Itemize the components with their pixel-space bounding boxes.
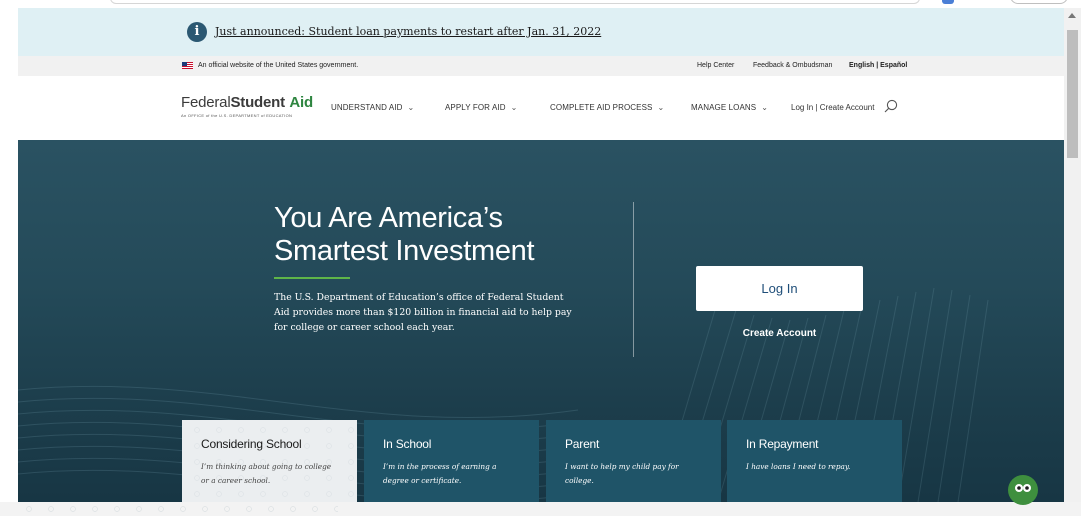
chatbot-owl-icon[interactable] [1008, 475, 1038, 505]
header-login-create-account[interactable]: Log In | Create Account [791, 103, 874, 112]
nav-manage-loans[interactable]: MANAGE LOANS ⌄ [691, 103, 768, 112]
official-gov-bar: An official website of the United States… [18, 56, 1064, 76]
card-title: Considering School [201, 437, 302, 451]
chevron-down-icon: ⌄ [510, 103, 518, 112]
help-center-link[interactable]: Help Center [697, 62, 734, 69]
hero-title: You Are America’s Smartest Investment [274, 202, 535, 267]
card-considering-school[interactable]: Considering School I’m thinking about go… [182, 420, 357, 502]
card-parent[interactable]: Parent I want to help my child pay for c… [546, 420, 721, 502]
owl-eyes-icon [1015, 484, 1031, 492]
scrollbar-thumb[interactable] [1067, 30, 1078, 158]
card-in-school[interactable]: In School I’m in the process of earning … [364, 420, 539, 502]
nav-understand-aid[interactable]: UNDERSTAND AID ⌄ [331, 103, 414, 112]
page: i Just announced: Student loan payments … [0, 0, 1081, 516]
browser-top-strip [0, 0, 1081, 8]
hero-description: The U.S. Department of Education’s offic… [274, 292, 572, 333]
page-bottom-strip [0, 502, 1081, 516]
scroll-up-arrow-icon[interactable] [1068, 13, 1076, 18]
nav-label: MANAGE LOANS [691, 103, 757, 112]
logo-federal: Federal [181, 94, 231, 111]
background-pattern [18, 502, 338, 516]
federal-student-aid-logo[interactable]: FederalStudent Aid An OFFICE of the U.S.… [181, 94, 313, 118]
browser-extension-icon[interactable] [942, 0, 954, 4]
card-title: In School [383, 437, 432, 451]
vertical-scrollbar[interactable] [1064, 8, 1081, 502]
hero-section: You Are America’s Smartest Investment Th… [18, 140, 1064, 502]
official-website-text: An official website of the United States… [198, 62, 359, 69]
site-header: FederalStudent Aid An OFFICE of the U.S.… [18, 76, 1064, 140]
announcement-link[interactable]: Just announced: Student loan payments to… [215, 25, 601, 38]
chevron-down-icon: ⌄ [657, 103, 665, 112]
card-in-repayment[interactable]: In Repayment I have loans I need to repa… [727, 420, 902, 502]
nav-label: APPLY FOR AID [445, 103, 506, 112]
card-subtitle: I’m thinking about going to college or a… [201, 462, 332, 485]
hero-divider [633, 202, 634, 357]
card-title: In Repayment [746, 437, 819, 451]
nav-complete-aid-process[interactable]: COMPLETE AID PROCESS ⌄ [550, 103, 664, 112]
create-account-link[interactable]: Create Account [696, 328, 863, 339]
announcement-banner: i Just announced: Student loan payments … [18, 8, 1064, 56]
chevron-down-icon: ⌄ [761, 103, 769, 112]
card-subtitle: I want to help my child pay for college. [565, 462, 679, 485]
logo-student: Student [230, 94, 285, 111]
info-icon: i [187, 22, 207, 42]
login-button[interactable]: Log In [696, 266, 863, 311]
nav-label: UNDERSTAND AID [331, 103, 403, 112]
title-accent-line [274, 277, 350, 279]
address-bar[interactable] [110, 0, 920, 4]
card-subtitle: I’m in the process of earning a degree o… [383, 462, 497, 485]
card-title: Parent [565, 437, 600, 451]
search-icon[interactable] [884, 99, 898, 113]
nav-label: COMPLETE AID PROCESS [550, 103, 653, 112]
card-subtitle: I have loans I need to repay. [746, 462, 851, 471]
nav-apply-for-aid[interactable]: APPLY FOR AID ⌄ [445, 103, 517, 112]
logo-aid: Aid [289, 94, 313, 111]
language-toggle[interactable]: English | Español [849, 62, 907, 69]
chevron-down-icon: ⌄ [407, 103, 415, 112]
logo-tagline: An OFFICE of the U.S. DEPARTMENT of EDUC… [181, 113, 293, 118]
browser-profile-button[interactable] [1010, 0, 1068, 4]
us-flag-icon [182, 62, 193, 69]
feedback-ombudsman-link[interactable]: Feedback & Ombudsman [753, 62, 832, 69]
